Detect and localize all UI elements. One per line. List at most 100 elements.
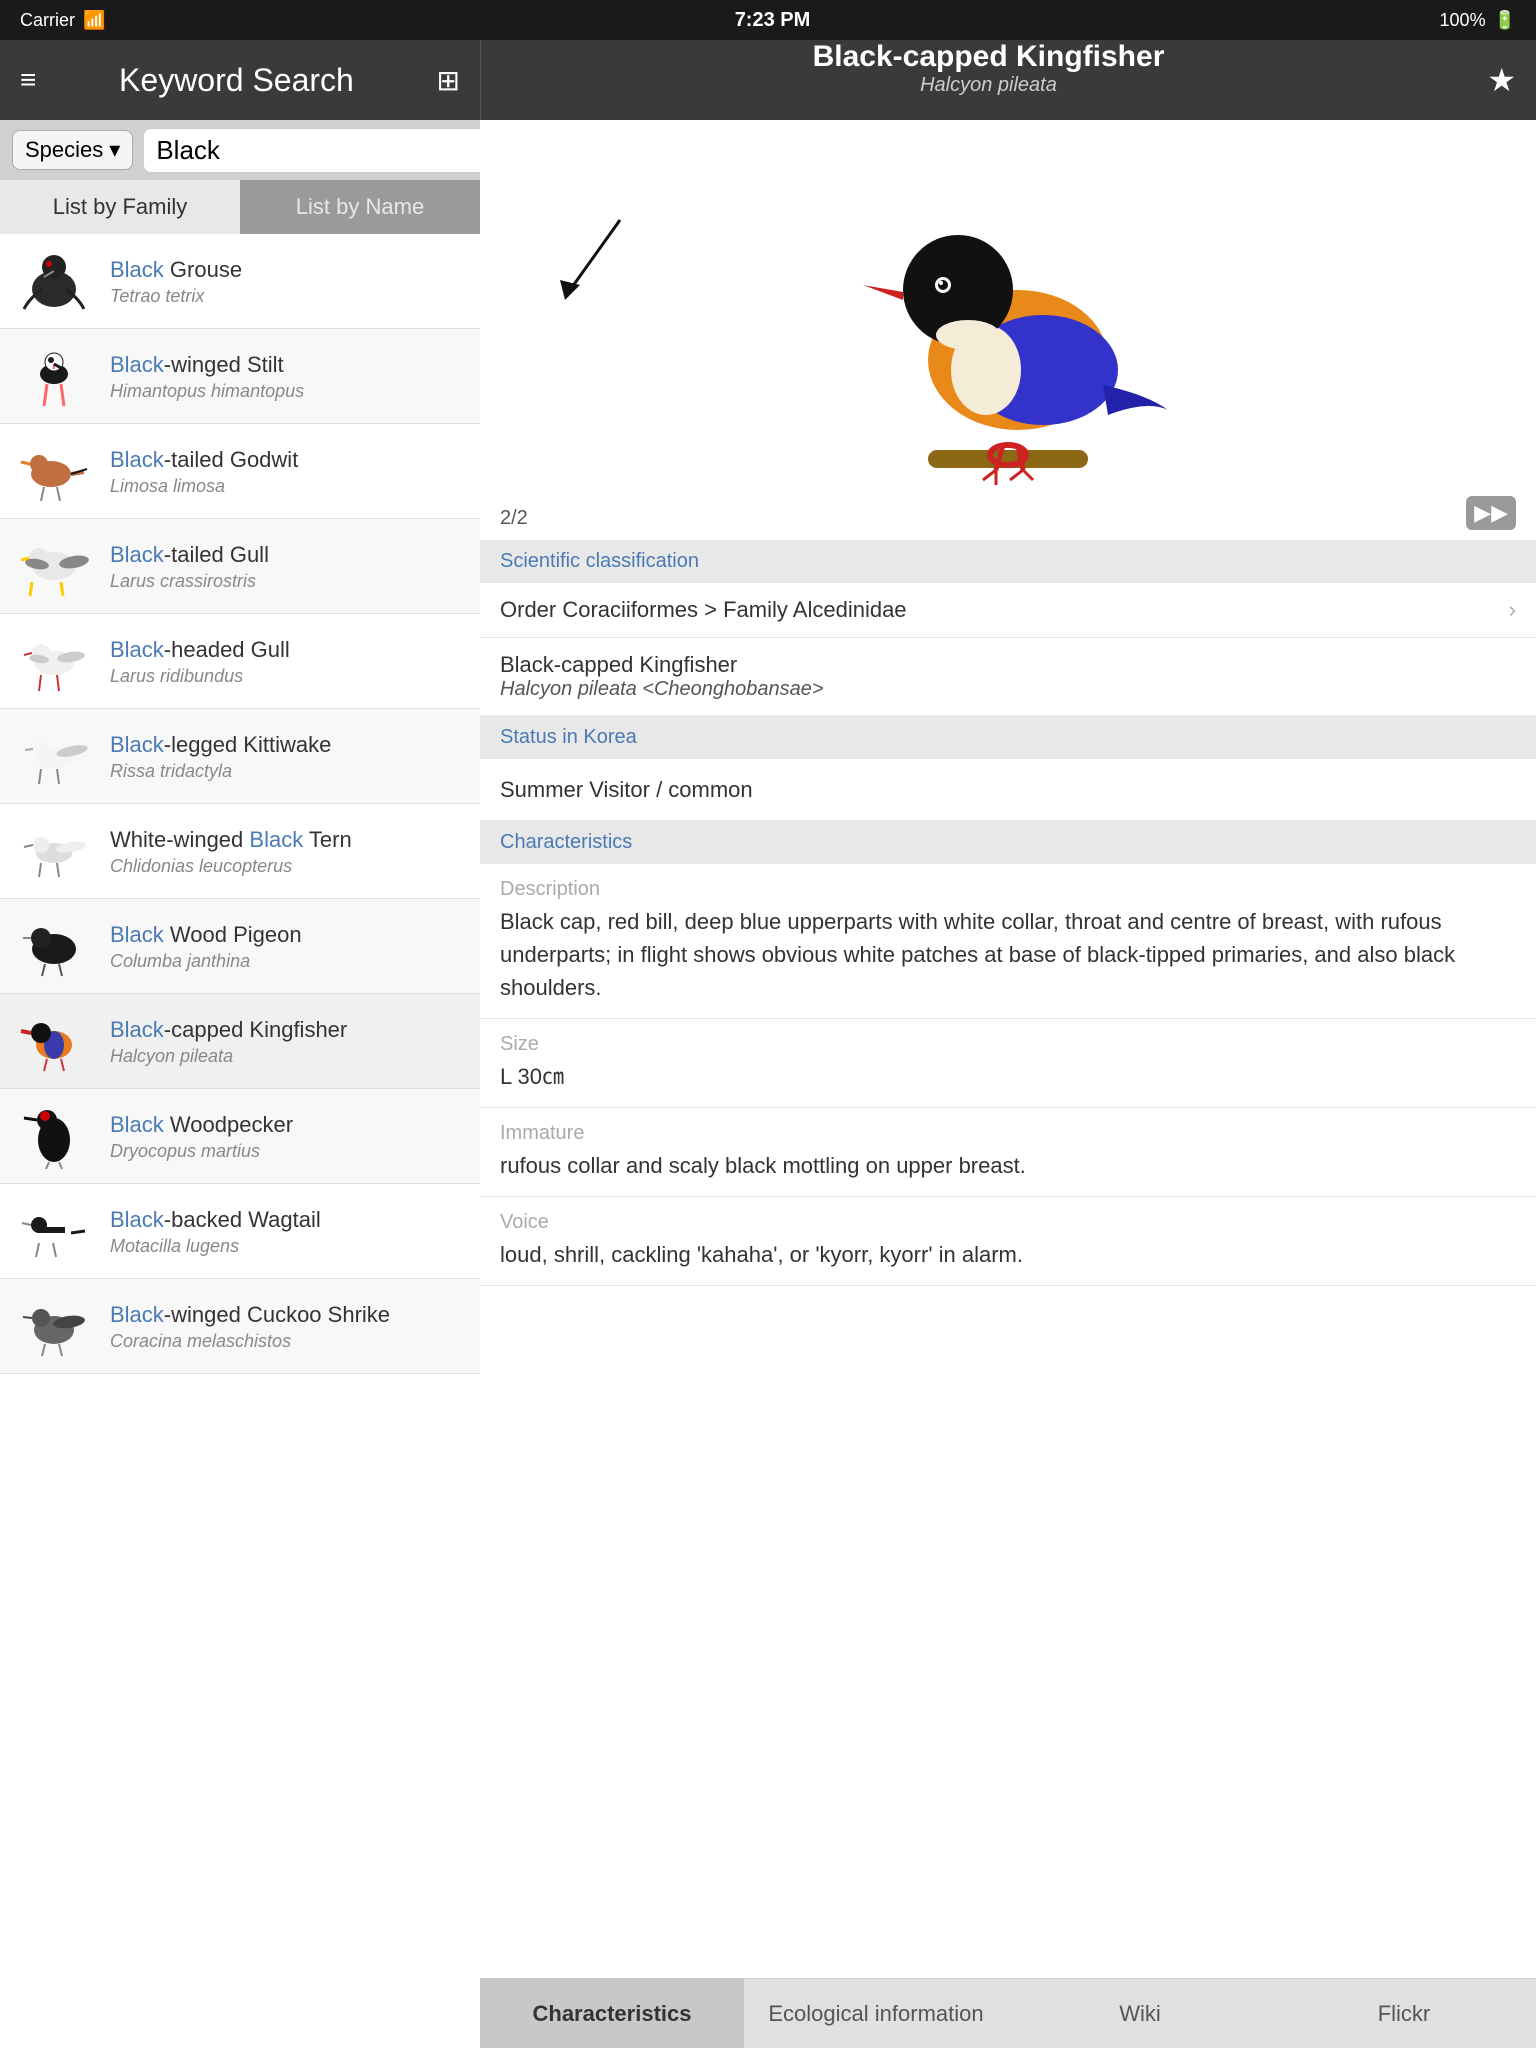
bird-thumbnail	[14, 1291, 94, 1361]
bird-common-name: Black-legged Kittiwake	[110, 730, 466, 761]
search-input[interactable]	[156, 135, 491, 166]
tab-characteristics[interactable]: Characteristics	[480, 1979, 744, 2048]
bird-thumbnail	[14, 911, 94, 981]
bird-thumbnail	[14, 341, 94, 411]
bird-latin-name: Rissa tridactyla	[110, 761, 466, 782]
bird-latin-name: Himantopus himantopus	[110, 381, 466, 402]
list-item[interactable]: White-winged Black Tern Chlidonias leuco…	[0, 804, 480, 899]
bird-thumbnail	[14, 1006, 94, 1076]
bird-latin-name: Chlidonias leucopterus	[110, 856, 466, 877]
list-item[interactable]: Black Woodpecker Dryocopus martius	[0, 1089, 480, 1184]
size-value: L 30㎝	[500, 1060, 1516, 1093]
bird-image-container[interactable]: 2/2 ▶▶	[480, 120, 1536, 540]
right-col: 2/2 ▶▶ Scientific classification Order C…	[480, 120, 1536, 2048]
search-input-wrapper: ✕	[143, 128, 522, 173]
list-item[interactable]: Black-tailed Godwit Limosa limosa	[0, 424, 480, 519]
bird-info: White-winged Black Tern Chlidonias leuco…	[110, 825, 466, 877]
size-label: Size	[500, 1033, 1516, 1056]
list-item[interactable]: Black-headed Gull Larus ridibundus	[0, 614, 480, 709]
tab-wiki[interactable]: Wiki	[1008, 1979, 1272, 2048]
battery-icon: 🔋	[1494, 10, 1516, 31]
bird-common-name: Black Woodpecker	[110, 1110, 466, 1141]
bird-common-name: Black-headed Gull	[110, 635, 466, 666]
bird-thumbnail	[14, 1101, 94, 1171]
bird-info: Black Woodpecker Dryocopus martius	[110, 1110, 466, 1162]
video-icon[interactable]: ▶▶	[1466, 496, 1516, 530]
bottom-tabs: Characteristics Ecological information W…	[480, 1978, 1536, 2048]
bird-illustration	[748, 130, 1268, 530]
image-counter: 2/2	[500, 507, 528, 530]
list-item-selected[interactable]: Black-capped Kingfisher Halcyon pileata	[0, 994, 480, 1089]
immature-section: Immature rufous collar and scaly black m…	[480, 1108, 1536, 1197]
header-left: ≡ Keyword Search ⊞	[0, 40, 480, 120]
bird-latin-name: Halcyon pileata	[110, 1046, 466, 1067]
bird-latin-name: Coracina melaschistos	[110, 1331, 466, 1352]
bird-latin-name: Dryocopus martius	[110, 1141, 466, 1162]
classification-order-row[interactable]: Order Coraciiformes > Family Alcedinidae…	[480, 583, 1536, 638]
carrier-label: Carrier	[20, 10, 75, 31]
species-scientific-name: Halcyon pileata <Cheonghobansae>	[500, 678, 1516, 701]
bird-info: Black-backed Wagtail Motacilla lugens	[110, 1205, 466, 1257]
search-bar: Species ▾ ✕	[0, 120, 480, 180]
voice-section: Voice loud, shrill, cackling 'kahaha', o…	[480, 1197, 1536, 1286]
voice-value: loud, shrill, cackling 'kahaha', or 'kyo…	[500, 1238, 1516, 1271]
main-row: Species ▾ ✕ List by Family List by Name	[0, 120, 1536, 2048]
species-dropdown[interactable]: Species ▾	[12, 130, 133, 170]
wifi-icon: 📶	[83, 10, 105, 31]
status-content: Summer Visitor / common	[480, 759, 1536, 821]
bird-common-name: Black-tailed Godwit	[110, 445, 466, 476]
description-section: Description Black cap, red bill, deep bl…	[480, 864, 1536, 1019]
detail-bird-title: Black-capped Kingfisher	[813, 40, 1165, 74]
tab-ecological-info[interactable]: Ecological information	[744, 1979, 1008, 2048]
bird-thumbnail	[14, 816, 94, 886]
bird-latin-name: Motacilla lugens	[110, 1236, 466, 1257]
list-item[interactable]: Black-winged Cuckoo Shrike Coracina mela…	[0, 1279, 480, 1374]
bird-common-name: White-winged Black Tern	[110, 825, 466, 856]
bird-latin-name: Larus ridibundus	[110, 666, 466, 687]
grid-icon[interactable]: ⊞	[437, 64, 460, 97]
tab-name-label: List by Name	[296, 194, 424, 220]
tab-flickr[interactable]: Flickr	[1272, 1979, 1536, 2048]
bird-info: Black-winged Cuckoo Shrike Coracina mela…	[110, 1300, 466, 1352]
status-bar: Carrier 📶 7:23 PM 100% 🔋	[0, 0, 1536, 40]
list-item[interactable]: Black-legged Kittiwake Rissa tridactyla	[0, 709, 480, 804]
time-label: 7:23 PM	[735, 9, 811, 32]
tab-list-by-family[interactable]: List by Family	[0, 180, 240, 234]
description-label: Description	[500, 878, 1516, 901]
bird-latin-name: Tetrao tetrix	[110, 286, 466, 307]
detail-content: Scientific classification Order Coraciif…	[480, 540, 1536, 1978]
immature-label: Immature	[500, 1122, 1516, 1145]
bird-info: Black-headed Gull Larus ridibundus	[110, 635, 466, 687]
bird-common-name: Black-winged Stilt	[110, 350, 466, 381]
bird-info: Black-legged Kittiwake Rissa tridactyla	[110, 730, 466, 782]
size-section: Size L 30㎝	[480, 1019, 1536, 1108]
detail-bird-subtitle: Halcyon pileata	[920, 74, 1057, 97]
detail-arrow	[540, 200, 660, 320]
dropdown-arrow-icon: ▾	[109, 137, 120, 163]
list-item[interactable]: Black Grouse Tetrao tetrix	[0, 234, 480, 329]
bird-list: Black Grouse Tetrao tetrix	[0, 234, 480, 2048]
bird-latin-name: Larus crassirostris	[110, 571, 466, 592]
list-item[interactable]: Black-winged Stilt Himantopus himantopus	[0, 329, 480, 424]
list-item[interactable]: Black Wood Pigeon Columba janthina	[0, 899, 480, 994]
bird-common-name: Black-tailed Gull	[110, 540, 466, 571]
bird-common-name: Black-winged Cuckoo Shrike	[110, 1300, 466, 1331]
filter-tabs: List by Family List by Name	[0, 180, 480, 234]
description-text: Black cap, red bill, deep blue upperpart…	[500, 905, 1516, 1004]
immature-value: rufous collar and scaly black mottling o…	[500, 1149, 1516, 1182]
species-common-name: Black-capped Kingfisher	[500, 652, 1516, 678]
bird-info: Black Wood Pigeon Columba janthina	[110, 920, 466, 972]
bird-info: Black-tailed Godwit Limosa limosa	[110, 445, 466, 497]
tab-list-by-name[interactable]: List by Name	[240, 180, 480, 234]
app-container: ≡ Keyword Search ⊞ Black-capped Kingfish…	[0, 40, 1536, 2048]
status-right: 100% 🔋	[1440, 10, 1516, 31]
species-dropdown-label: Species	[25, 137, 103, 163]
list-item[interactable]: Black-backed Wagtail Motacilla lugens	[0, 1184, 480, 1279]
menu-icon[interactable]: ≡	[20, 64, 36, 96]
bird-common-name: Black Grouse	[110, 255, 466, 286]
list-item[interactable]: Black-tailed Gull Larus crassirostris	[0, 519, 480, 614]
chevron-right-icon: ›	[1509, 597, 1516, 623]
favorite-star-icon[interactable]: ★	[1487, 61, 1516, 99]
bird-common-name: Black-capped Kingfisher	[110, 1015, 466, 1046]
header-title: Keyword Search	[119, 62, 354, 99]
